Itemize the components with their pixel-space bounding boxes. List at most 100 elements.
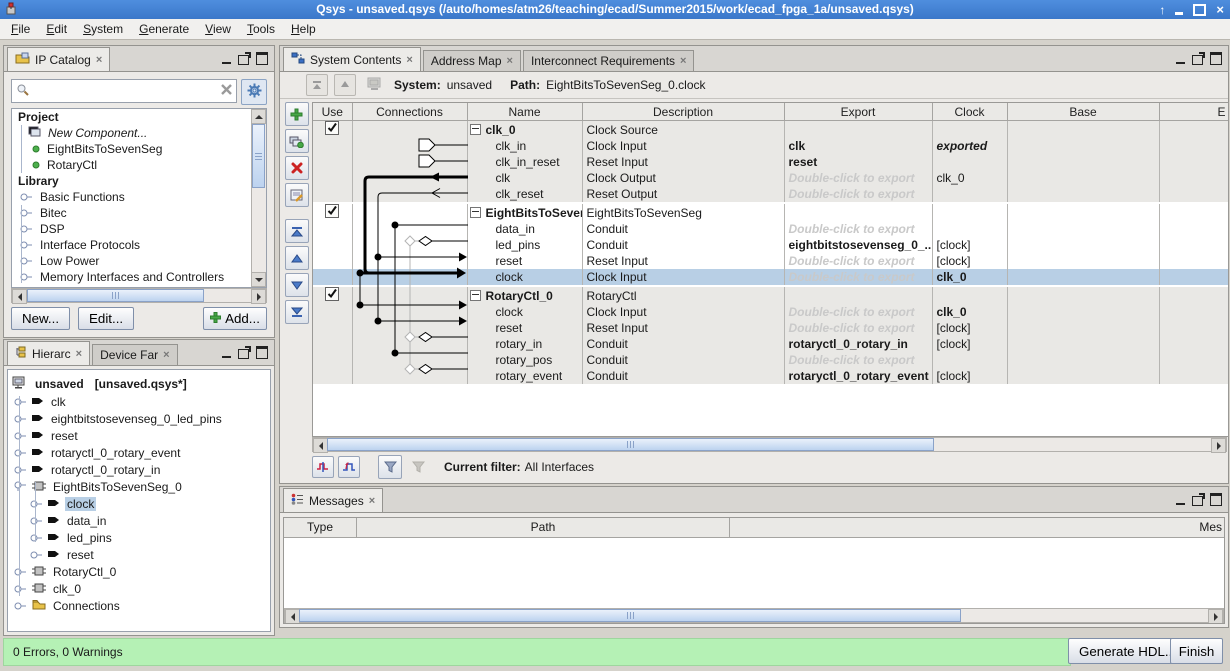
clear-x-icon[interactable]	[221, 84, 232, 98]
tab-ip-catalog[interactable]: IP Catalog ×	[7, 47, 110, 71]
ip-settings-button[interactable]	[241, 79, 267, 105]
menu-tools[interactable]: Tools	[239, 20, 283, 38]
table-row[interactable]: clock Clock Input Double-click to export…	[313, 304, 1228, 320]
table-row[interactable]: clk_0 Clock Source	[313, 121, 1228, 139]
dock-minimize-icon[interactable]	[222, 53, 231, 64]
tree-item-rotary-in-export[interactable]: rotaryctl_0_rotary_in	[8, 461, 270, 478]
col-type[interactable]: Type	[284, 518, 357, 537]
filter-funnel-button[interactable]	[378, 455, 402, 479]
tree-item-rotaryctl-module[interactable]: RotaryCtl_0	[8, 563, 270, 580]
scroll-right-button[interactable]	[1211, 438, 1226, 453]
use-checkbox[interactable]	[325, 204, 339, 218]
scroll-down-button[interactable]	[251, 272, 266, 287]
tab-close-icon[interactable]: ×	[76, 348, 82, 360]
dock-float-icon[interactable]	[1192, 55, 1203, 65]
tab-close-icon[interactable]: ×	[163, 349, 169, 361]
new-button[interactable]: New...	[11, 307, 70, 330]
table-row[interactable]: clk_reset Reset Output Double-click to e…	[313, 186, 1228, 203]
tab-close-icon[interactable]: ×	[369, 495, 375, 507]
collapse-all-button[interactable]	[306, 74, 328, 96]
tree-item-data-in[interactable]: data_in	[8, 512, 270, 529]
scroll-right-button[interactable]	[1208, 609, 1223, 624]
add-button[interactable]: Add...	[203, 307, 267, 330]
tab-address-map[interactable]: Address Map ×	[423, 50, 521, 71]
tree-item-new-component[interactable]: New Component...	[12, 125, 266, 141]
hscroll-thumb[interactable]	[27, 289, 204, 302]
dock-maximize-icon[interactable]	[256, 346, 268, 359]
dock-maximize-icon[interactable]	[1210, 493, 1222, 506]
edit-button-toolbar[interactable]	[285, 183, 309, 207]
remove-button[interactable]	[285, 156, 309, 180]
col-message[interactable]: Mes	[730, 518, 1224, 537]
duplicate-component-button[interactable]	[285, 129, 309, 153]
tree-item-reset[interactable]: reset	[8, 546, 270, 563]
col-path[interactable]: Path	[357, 518, 730, 537]
menu-edit[interactable]: Edit	[38, 20, 75, 38]
collapse-expander-icon[interactable]	[470, 124, 481, 135]
menu-generate[interactable]: Generate	[131, 20, 197, 38]
use-checkbox[interactable]	[325, 121, 339, 135]
table-row[interactable]: clk_in_reset Reset Input reset	[313, 154, 1228, 170]
tree-item-eightbitstosevenseg[interactable]: EightBitsToSevenSeg	[12, 141, 266, 157]
tree-item-led-pins-export[interactable]: eightbitstosevenseg_0_led_pins	[8, 410, 270, 427]
scroll-left-button[interactable]	[12, 289, 27, 304]
collapse-expander-icon[interactable]	[470, 290, 481, 301]
window-shade-icon[interactable]: ↑	[1159, 4, 1165, 16]
table-row[interactable]: RotaryCtl_0 RotaryCtl	[313, 286, 1228, 304]
hscroll-thumb[interactable]	[327, 438, 934, 451]
tree-item-led-pins[interactable]: led_pins	[8, 529, 270, 546]
col-description[interactable]: Description	[582, 103, 784, 121]
window-minimize-icon[interactable]	[1175, 12, 1183, 15]
use-checkbox[interactable]	[325, 287, 339, 301]
add-component-button[interactable]	[285, 102, 309, 126]
col-base[interactable]: Base	[1007, 103, 1159, 121]
scroll-up-button[interactable]	[251, 109, 266, 124]
messages-hscrollbar[interactable]	[284, 608, 1224, 623]
scroll-left-button[interactable]	[285, 609, 300, 624]
table-row-selected[interactable]: clock Clock Input Double-click to export…	[313, 269, 1228, 286]
tree-root-unsaved[interactable]: unsaved [unsaved.qsys*]	[8, 374, 270, 393]
col-use[interactable]: Use	[313, 103, 352, 121]
dock-maximize-icon[interactable]	[1210, 52, 1222, 65]
tree-item-clock[interactable]: clock	[8, 495, 270, 512]
table-row[interactable]: clk_in Clock Input clk exported	[313, 138, 1228, 154]
col-connections[interactable]: Connections	[352, 103, 467, 121]
menu-view[interactable]: View	[197, 20, 239, 38]
vscroll-thumb[interactable]	[252, 124, 265, 188]
tab-device-family[interactable]: Device Far ×	[92, 344, 177, 365]
move-top-button[interactable]	[285, 219, 309, 243]
collapse-expander-icon[interactable]	[470, 207, 481, 218]
tab-system-contents[interactable]: System Contents ×	[283, 47, 421, 71]
col-end[interactable]: E	[1159, 103, 1228, 121]
table-row[interactable]: EightBitsToSevenSe... EightBitsToSevenSe…	[313, 203, 1228, 221]
col-name[interactable]: Name	[467, 103, 582, 121]
tree-item-memory-interfaces[interactable]: Memory Interfaces and Controllers	[12, 269, 266, 285]
tree-item-basic-functions[interactable]: Basic Functions	[12, 189, 266, 205]
tab-close-icon[interactable]: ×	[507, 55, 513, 67]
table-row[interactable]: data_in Conduit Double-click to export	[313, 221, 1228, 237]
menu-file[interactable]: File	[3, 20, 38, 38]
dock-float-icon[interactable]	[238, 55, 249, 65]
tree-item-reset-export[interactable]: reset	[8, 427, 270, 444]
tree-item-interface-protocols[interactable]: Interface Protocols	[12, 237, 266, 253]
tree-item-eightbits-module[interactable]: EightBitsToSevenSeg_0	[8, 478, 270, 495]
dock-float-icon[interactable]	[1192, 496, 1203, 506]
table-row[interactable]: led_pins Conduit eightbitstosevenseg_0_.…	[313, 237, 1228, 253]
menu-help[interactable]: Help	[283, 20, 324, 38]
tab-close-icon[interactable]: ×	[96, 54, 102, 66]
clock-wave-button[interactable]	[312, 456, 334, 478]
tree-item-rotary-event-export[interactable]: rotaryctl_0_rotary_event	[8, 444, 270, 461]
ip-tree-hscrollbar[interactable]	[11, 288, 267, 303]
tree-item-rotaryctl[interactable]: RotaryCtl	[12, 157, 266, 173]
expand-all-button[interactable]	[334, 74, 356, 96]
tab-close-icon[interactable]: ×	[406, 54, 412, 66]
table-row[interactable]: reset Reset Input Double-click to export…	[313, 320, 1228, 336]
window-close-icon[interactable]: ×	[1216, 3, 1224, 16]
table-row[interactable]: clk Clock Output Double-click to export …	[313, 170, 1228, 186]
table-row[interactable]: reset Reset Input Double-click to export…	[313, 253, 1228, 269]
hscroll-thumb[interactable]	[299, 609, 961, 622]
ip-search-field[interactable]	[11, 79, 237, 103]
window-maximize-icon[interactable]	[1193, 4, 1206, 16]
edit-button[interactable]: Edit...	[78, 307, 134, 330]
col-clock[interactable]: Clock	[932, 103, 1007, 121]
